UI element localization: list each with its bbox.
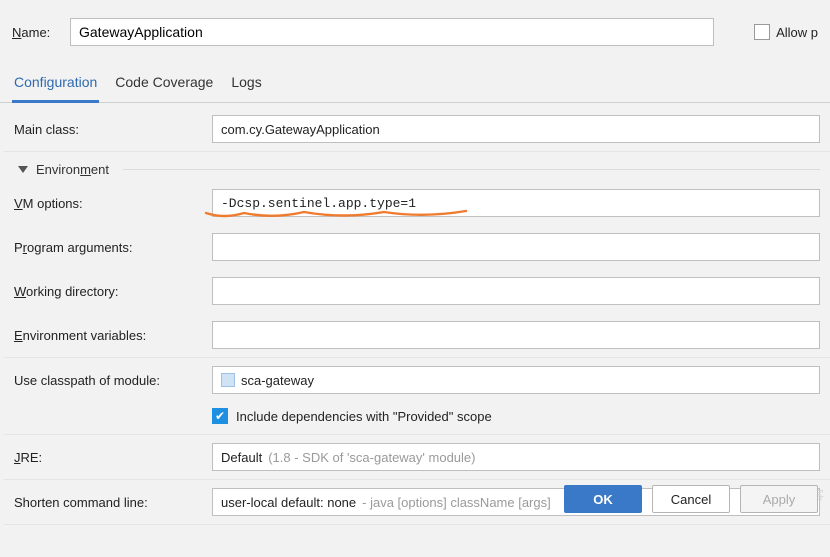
tab-code-coverage[interactable]: Code Coverage <box>113 68 215 102</box>
main-class-input[interactable] <box>212 115 820 143</box>
ok-button[interactable]: OK <box>564 485 642 513</box>
classpath-label: Use classpath of module: <box>14 373 204 388</box>
shorten-value: user-local default: none <box>221 495 356 510</box>
shorten-hint: - java [options] className [args] <box>362 495 551 510</box>
environment-section-header[interactable]: Environment <box>4 152 830 181</box>
env-vars-input[interactable] <box>212 321 820 349</box>
chevron-down-icon <box>18 166 28 173</box>
include-provided-checkbox[interactable]: ✔ <box>212 408 228 424</box>
classpath-module-value: sca-gateway <box>241 373 314 388</box>
program-arguments-label: Program arguments: <box>14 240 204 255</box>
classpath-module-select[interactable]: sca-gateway <box>212 366 820 394</box>
working-directory-label: Working directory: <box>14 284 204 299</box>
allow-checkbox[interactable] <box>754 24 770 40</box>
jre-label: JRE: <box>14 450 204 465</box>
module-icon <box>221 373 235 387</box>
name-label: Name: <box>12 25 60 40</box>
name-input[interactable] <box>70 18 714 46</box>
main-class-label: Main class: <box>14 122 204 137</box>
jre-select[interactable]: Default (1.8 - SDK of 'sca-gateway' modu… <box>212 443 820 471</box>
vm-options-input[interactable] <box>212 189 820 217</box>
tab-logs[interactable]: Logs <box>229 68 263 102</box>
working-directory-input[interactable] <box>212 277 820 305</box>
vm-options-label: VM options: <box>14 196 204 211</box>
include-provided-label: Include dependencies with "Provided" sco… <box>236 409 492 424</box>
env-vars-label: Environment variables: <box>14 328 204 343</box>
jre-value: Default <box>221 450 262 465</box>
program-arguments-input[interactable] <box>212 233 820 261</box>
jre-hint: (1.8 - SDK of 'sca-gateway' module) <box>268 450 475 465</box>
shorten-label: Shorten command line: <box>14 495 204 510</box>
apply-button[interactable]: Apply <box>740 485 818 513</box>
cancel-button[interactable]: Cancel <box>652 485 730 513</box>
tab-configuration[interactable]: Configuration <box>12 68 99 103</box>
allow-label: Allow p <box>776 25 818 40</box>
